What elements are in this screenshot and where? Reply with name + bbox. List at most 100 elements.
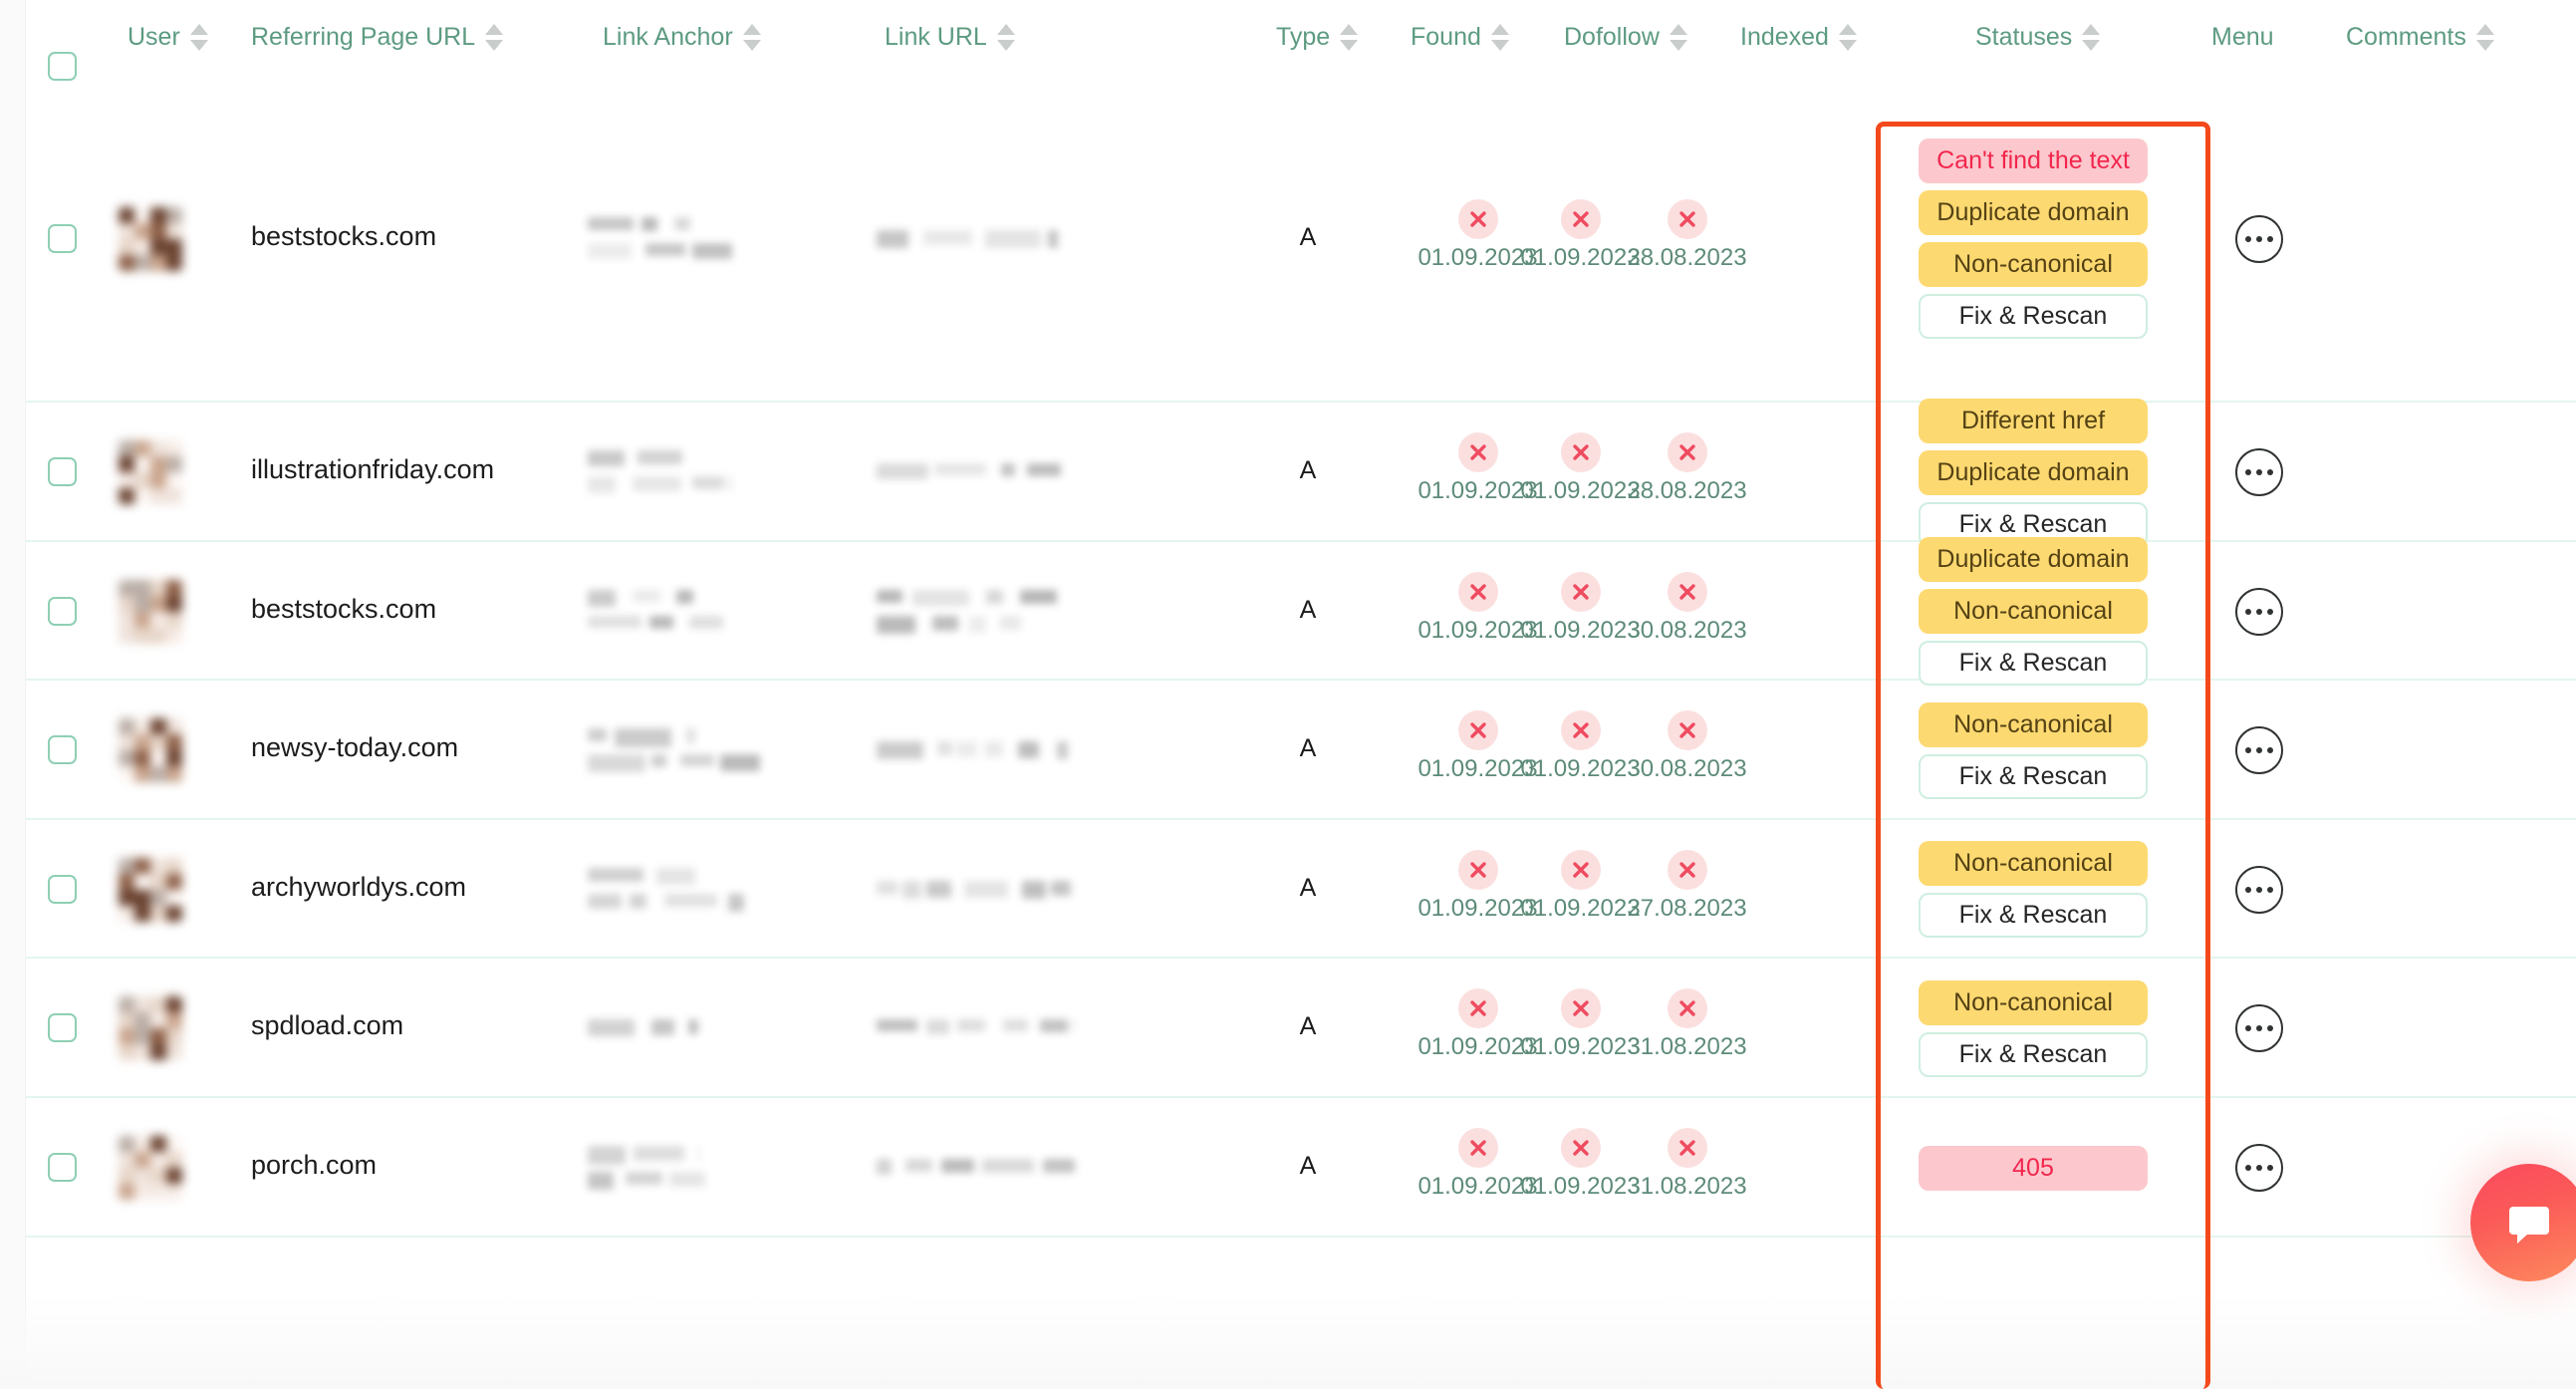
statuses-cell: 405 bbox=[1919, 1145, 2148, 1191]
table-row[interactable]: beststocks.com A 01.09.2023 01.09.2023 30.08… bbox=[0, 537, 2576, 686]
column-header-statuses[interactable]: Statuses bbox=[1975, 0, 2101, 75]
fix-and-rescan-button[interactable]: Fix & Rescan bbox=[1919, 1031, 2148, 1077]
row-select-checkbox[interactable] bbox=[48, 1013, 77, 1042]
x-circle-icon bbox=[1457, 432, 1498, 472]
sort-arrows-icon[interactable] bbox=[1340, 24, 1359, 51]
link-anchor-redacted bbox=[588, 1142, 772, 1194]
table-body: beststocks.com A 01.09.2023 01.09.2023 28.08… bbox=[0, 75, 2576, 1238]
x-circle-icon bbox=[1560, 710, 1601, 750]
sort-arrows-icon[interactable] bbox=[2082, 24, 2101, 51]
row-menu-button[interactable] bbox=[2235, 726, 2283, 774]
table-row[interactable]: spdload.com A 01.09.2023 01.09.2023 31.08.20… bbox=[0, 959, 2576, 1098]
row-select-checkbox[interactable] bbox=[48, 457, 77, 486]
sort-arrows-icon[interactable] bbox=[485, 24, 504, 51]
row-menu-button[interactable] bbox=[2235, 214, 2283, 263]
link-url-redacted bbox=[877, 1155, 1126, 1181]
column-header-referring-page-url[interactable]: Referring Page URL bbox=[251, 0, 504, 75]
row-select-checkbox[interactable] bbox=[48, 596, 77, 626]
indexed-status: 31.08.2023 bbox=[1600, 1128, 1774, 1201]
link-type: A bbox=[1299, 1152, 1317, 1180]
row-menu-button[interactable] bbox=[2235, 865, 2283, 914]
link-anchor-redacted bbox=[588, 213, 772, 265]
column-header-comments[interactable]: Comments bbox=[2346, 0, 2494, 75]
x-circle-icon bbox=[1667, 432, 1707, 472]
status-badge: Different href bbox=[1919, 398, 2148, 443]
table-header-row: User Referring Page URL Link Anchor Link… bbox=[0, 0, 2576, 81]
x-circle-icon bbox=[1560, 571, 1601, 612]
column-header-link-url-label: Link URL bbox=[885, 23, 987, 51]
row-menu-button[interactable] bbox=[2235, 1144, 2283, 1192]
column-header-indexed[interactable]: Indexed bbox=[1740, 0, 1857, 75]
referring-domain[interactable]: spdload.com bbox=[251, 1010, 403, 1041]
row-select-checkbox[interactable] bbox=[48, 874, 77, 904]
referring-domain[interactable]: beststocks.com bbox=[251, 221, 436, 252]
ellipsis-icon bbox=[2267, 747, 2273, 753]
ellipsis-icon bbox=[2256, 886, 2262, 893]
ellipsis-icon bbox=[2245, 886, 2251, 893]
ellipsis-icon bbox=[2256, 235, 2262, 242]
row-select-checkbox[interactable] bbox=[48, 735, 77, 764]
link-type: A bbox=[1299, 595, 1317, 624]
sort-arrows-icon[interactable] bbox=[742, 24, 761, 51]
avatar bbox=[119, 857, 182, 922]
left-gutter-strip bbox=[0, 0, 26, 1389]
row-menu-button[interactable] bbox=[2235, 448, 2283, 496]
ellipsis-icon bbox=[2267, 469, 2273, 475]
column-header-referring-page-url-label: Referring Page URL bbox=[251, 23, 476, 51]
table-row[interactable]: porch.com A 01.09.2023 01.09.2023 31.08.2023… bbox=[0, 1098, 2576, 1238]
column-header-link-anchor[interactable]: Link Anchor bbox=[603, 0, 761, 75]
ellipsis-icon bbox=[2245, 747, 2251, 753]
referring-domain[interactable]: porch.com bbox=[251, 1150, 377, 1181]
fix-and-rescan-button[interactable]: Fix & Rescan bbox=[1919, 893, 2148, 938]
column-header-link-url[interactable]: Link URL bbox=[885, 0, 1015, 75]
column-header-dofollow[interactable]: Dofollow bbox=[1564, 0, 1687, 75]
referring-domain[interactable]: illustrationfriday.com bbox=[251, 454, 494, 485]
avatar bbox=[119, 206, 182, 271]
referring-domain[interactable]: beststocks.com bbox=[251, 594, 436, 625]
row-select-checkbox[interactable] bbox=[48, 1153, 77, 1182]
row-select-checkbox[interactable] bbox=[48, 223, 77, 253]
fix-and-rescan-button[interactable]: Fix & Rescan bbox=[1919, 753, 2148, 799]
sort-arrows-icon[interactable] bbox=[1669, 24, 1687, 51]
x-circle-icon bbox=[1667, 710, 1707, 750]
indexed-status-date: 28.08.2023 bbox=[1627, 243, 1747, 271]
status-badge: Non-canonical bbox=[1919, 701, 2148, 747]
x-circle-icon bbox=[1457, 849, 1498, 890]
column-header-menu: Menu bbox=[2211, 0, 2274, 75]
referring-domain[interactable]: archyworldys.com bbox=[251, 872, 466, 903]
sort-arrows-icon[interactable] bbox=[1490, 24, 1509, 51]
column-header-type[interactable]: Type bbox=[1276, 0, 1359, 75]
table-row[interactable]: illustrationfriday.com A 01.09.2023 01.09.2… bbox=[0, 398, 2576, 547]
table-row[interactable]: archyworldys.com A 01.09.2023 01.09.2023 27.… bbox=[0, 820, 2576, 959]
link-type: A bbox=[1299, 222, 1317, 251]
x-circle-icon bbox=[1560, 198, 1601, 239]
x-circle-icon bbox=[1560, 988, 1601, 1028]
indexed-status: 28.08.2023 bbox=[1600, 198, 1774, 272]
status-badge: Non-canonical bbox=[1919, 841, 2148, 886]
statuses-cell: Non-canonical Fix & Rescan bbox=[1919, 979, 2148, 1077]
fix-and-rescan-button[interactable]: Fix & Rescan bbox=[1919, 641, 2148, 686]
indexed-status-date: 28.08.2023 bbox=[1627, 477, 1747, 504]
link-url-redacted bbox=[877, 586, 1126, 638]
table-row[interactable]: newsy-today.com A 01.09.2023 01.09.2023 30.0… bbox=[0, 681, 2576, 820]
link-url-redacted bbox=[877, 1015, 1126, 1041]
sort-arrows-icon[interactable] bbox=[2475, 24, 2494, 51]
table-row[interactable]: beststocks.com A 01.09.2023 01.09.2023 28.08… bbox=[0, 75, 2576, 403]
indexed-status-date: 27.08.2023 bbox=[1627, 894, 1747, 922]
x-circle-icon bbox=[1560, 1128, 1601, 1168]
column-header-user[interactable]: User bbox=[128, 0, 208, 75]
status-badge: Duplicate domain bbox=[1919, 537, 2148, 582]
ellipsis-icon bbox=[2256, 1025, 2262, 1031]
sort-arrows-icon[interactable] bbox=[1838, 24, 1857, 51]
ellipsis-icon bbox=[2267, 886, 2273, 893]
column-header-found[interactable]: Found bbox=[1411, 0, 1509, 75]
row-menu-button[interactable] bbox=[2235, 1004, 2283, 1052]
referring-domain[interactable]: newsy-today.com bbox=[251, 732, 458, 763]
status-badge: 405 bbox=[1919, 1145, 2148, 1191]
sort-arrows-icon[interactable] bbox=[996, 24, 1015, 51]
indexed-status: 28.08.2023 bbox=[1600, 432, 1774, 505]
row-menu-button[interactable] bbox=[2235, 587, 2283, 636]
sort-arrows-icon[interactable] bbox=[189, 24, 208, 51]
fix-and-rescan-button[interactable]: Fix & Rescan bbox=[1919, 294, 2148, 339]
chat-widget-button[interactable] bbox=[2470, 1164, 2576, 1281]
